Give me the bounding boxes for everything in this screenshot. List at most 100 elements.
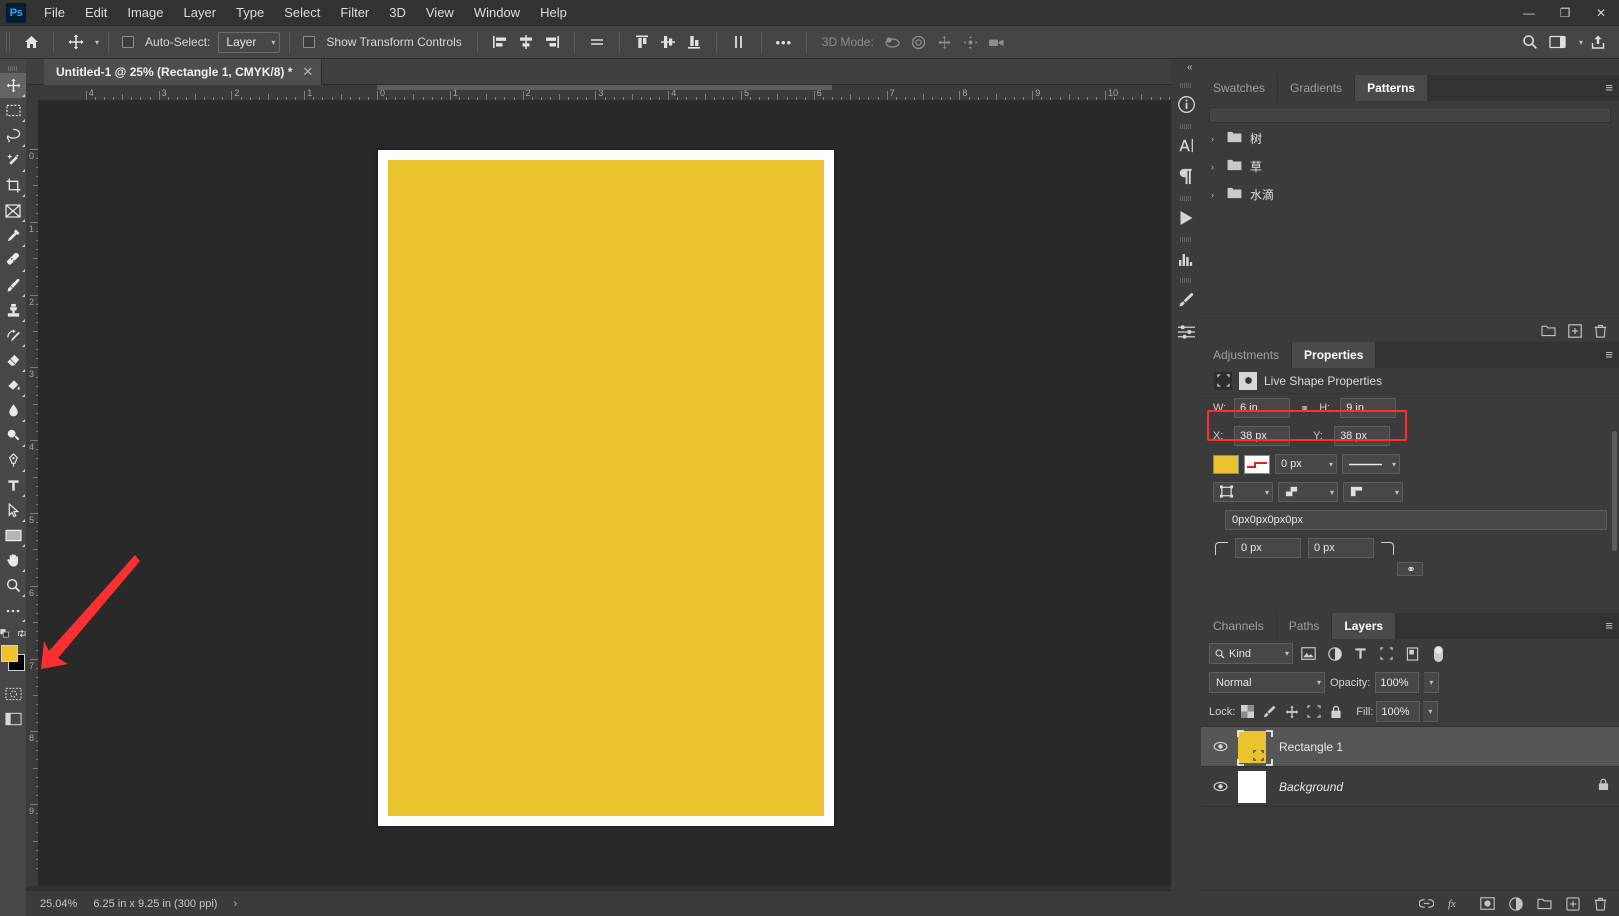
tool-edit-toolbar[interactable]	[0, 598, 26, 623]
y-input[interactable]: 38 px	[1334, 426, 1391, 446]
layer-row[interactable]: Rectangle 1	[1201, 727, 1619, 767]
lock-transparent-pixels-icon[interactable]	[1238, 702, 1257, 721]
chevron-right-icon[interactable]: ›	[1211, 162, 1219, 172]
adjust-sliders-icon[interactable]	[1171, 315, 1201, 346]
layer-style-icon[interactable]: fx	[1448, 897, 1466, 910]
tab-channels[interactable]: Channels	[1201, 613, 1277, 639]
close-button[interactable]: ✕	[1583, 0, 1619, 26]
tool-gradient[interactable]	[0, 373, 26, 398]
more-options-icon[interactable]: •••	[771, 30, 797, 54]
fill-chevron-down-icon[interactable]: ▾	[1423, 701, 1439, 722]
tool-hand[interactable]	[0, 548, 26, 573]
height-input[interactable]: 9 in	[1340, 398, 1397, 418]
align-vertical-centers-icon[interactable]	[655, 30, 681, 54]
rail-grip[interactable]	[1180, 83, 1192, 88]
filter-adjustment-icon[interactable]	[1324, 643, 1345, 664]
blend-mode-dropdown[interactable]: Normal ▾	[1209, 672, 1325, 693]
options-bar-grip[interactable]	[6, 32, 12, 52]
rectangle-shape[interactable]	[388, 160, 824, 816]
lock-artboard-nesting-icon[interactable]	[1304, 702, 1323, 721]
layers-panel-menu-icon[interactable]: ≡	[1605, 619, 1613, 632]
canvas-area[interactable]	[39, 101, 1171, 886]
share-icon[interactable]	[1585, 30, 1611, 54]
filter-type-icon[interactable]	[1350, 643, 1371, 664]
menu-3d[interactable]: 3D	[379, 1, 416, 24]
layer-filter-kind-dropdown[interactable]: Kind ▾	[1209, 643, 1293, 664]
properties-scrollbar[interactable]	[1611, 430, 1618, 573]
foreground-color-swatch[interactable]	[1, 645, 18, 662]
distribute-horizontally-icon[interactable]	[584, 30, 610, 54]
menu-type[interactable]: Type	[226, 1, 274, 24]
roll-3d-icon[interactable]	[906, 30, 932, 54]
chevron-right-icon[interactable]: ›	[1211, 134, 1219, 144]
new-pattern-icon[interactable]	[1568, 323, 1582, 338]
tab-swatches[interactable]: Swatches	[1201, 75, 1279, 101]
filter-toggle-icon[interactable]	[1428, 643, 1449, 664]
align-bottom-edges-icon[interactable]	[681, 30, 707, 54]
stroke-color-swatch[interactable]	[1244, 454, 1270, 474]
properties-panel-menu-icon[interactable]: ≡	[1605, 348, 1613, 361]
layer-visibility-toggle[interactable]	[1207, 781, 1233, 792]
tool-frame[interactable]	[0, 198, 26, 223]
tool-history-brush[interactable]	[0, 323, 26, 348]
home-icon[interactable]	[18, 30, 44, 54]
default-colors-and-swap[interactable]	[0, 623, 26, 643]
lock-all-icon[interactable]	[1326, 702, 1345, 721]
tool-zoom[interactable]	[0, 573, 26, 598]
workspace-chevron-down-icon[interactable]: ▾	[1579, 38, 1583, 47]
stroke-caps-dropdown[interactable]: ▾	[1278, 482, 1338, 502]
slide-3d-icon[interactable]	[958, 30, 984, 54]
x-input[interactable]: 38 px	[1234, 426, 1290, 446]
filter-pixel-icon[interactable]	[1298, 643, 1319, 664]
pattern-folder-row[interactable]: › 树	[1201, 125, 1619, 153]
stroke-corners-dropdown[interactable]: ▾	[1343, 482, 1403, 502]
distribute-vertically-icon[interactable]	[726, 30, 752, 54]
filter-shape-icon[interactable]	[1376, 643, 1397, 664]
new-layer-icon[interactable]	[1566, 896, 1580, 911]
stroke-width-input[interactable]: 0 px ▾	[1275, 454, 1337, 474]
lock-position-icon[interactable]	[1282, 702, 1301, 721]
screen-mode-toggle[interactable]	[0, 706, 26, 731]
menu-image[interactable]: Image	[117, 1, 173, 24]
tool-rectangle[interactable]	[0, 523, 26, 548]
tool-eraser[interactable]	[0, 348, 26, 373]
checkbox-box[interactable]	[303, 36, 316, 48]
paragraph-icon[interactable]	[1171, 161, 1201, 192]
chevron-right-icon[interactable]: ›	[1211, 190, 1219, 200]
layer-name[interactable]: Rectangle 1	[1279, 740, 1343, 754]
layer-row[interactable]: Background	[1201, 767, 1619, 807]
menu-help[interactable]: Help	[530, 1, 577, 24]
corner-radius-2-input[interactable]: 0 px	[1308, 538, 1374, 558]
layer-mask-icon[interactable]	[1480, 897, 1495, 910]
info-icon[interactable]	[1171, 89, 1201, 120]
search-icon[interactable]	[1517, 30, 1543, 54]
rail-grip[interactable]	[1180, 124, 1192, 129]
opacity-input[interactable]: 100%	[1375, 672, 1420, 693]
horizontal-ruler[interactable]: 4 3 2 1 0 1 2 3 4 5 6 7 8 9 10	[38, 85, 1171, 101]
layer-thumbnail[interactable]	[1233, 729, 1273, 766]
layer-name[interactable]: Background	[1279, 780, 1343, 794]
align-top-edges-icon[interactable]	[629, 30, 655, 54]
status-expand-icon[interactable]: ›	[233, 898, 237, 910]
fill-color-swatch[interactable]	[1213, 454, 1239, 474]
tab-patterns[interactable]: Patterns	[1355, 75, 1429, 101]
menu-edit[interactable]: Edit	[75, 1, 117, 24]
dock-collapse-button[interactable]: «	[1171, 59, 1619, 75]
adjustment-layer-icon[interactable]	[1509, 896, 1523, 911]
fill-input[interactable]: 100%	[1376, 701, 1421, 722]
patterns-panel-menu-icon[interactable]: ≡	[1605, 81, 1613, 94]
tool-dodge[interactable]	[0, 423, 26, 448]
move-tool-icon[interactable]	[63, 30, 89, 54]
tab-layers[interactable]: Layers	[1332, 613, 1397, 639]
filter-smart-object-icon[interactable]	[1402, 643, 1423, 664]
rail-grip[interactable]	[1180, 196, 1192, 201]
tab-adjustments[interactable]: Adjustments	[1201, 342, 1293, 368]
tool-spot-healing-brush[interactable]	[0, 248, 26, 273]
shape-transform-icon[interactable]	[1214, 371, 1232, 390]
workspace-icon[interactable]	[1545, 30, 1571, 54]
tool-object-selection[interactable]	[0, 148, 26, 173]
tool-clone-stamp[interactable]	[0, 298, 26, 323]
opacity-chevron-down-icon[interactable]: ▾	[1424, 672, 1440, 693]
delete-icon[interactable]	[1594, 324, 1607, 338]
quick-mask-toggle[interactable]	[0, 681, 26, 706]
